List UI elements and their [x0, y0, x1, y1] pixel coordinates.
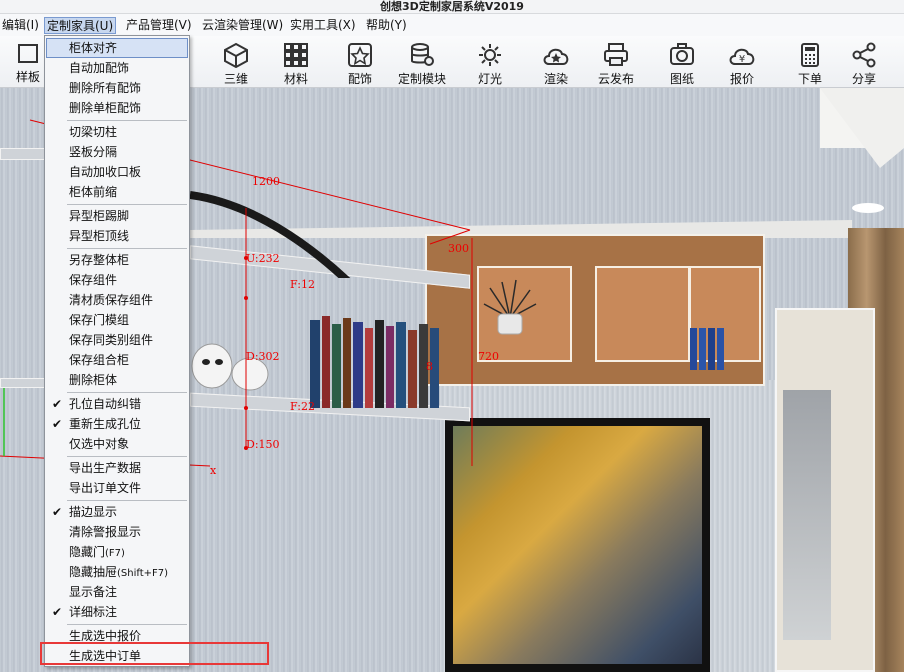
tool-light[interactable]: 灯光: [460, 40, 520, 86]
dimension-u232: U:232: [246, 252, 280, 265]
menu-separator: [67, 500, 187, 501]
checkmark-icon: ✔: [52, 505, 63, 519]
tool-render[interactable]: 渲染: [526, 40, 586, 86]
highlight-annotation-box: [40, 642, 269, 665]
menu-separator: [67, 624, 187, 625]
dimension-d302: D:302: [246, 350, 280, 363]
menu-item-show-notes[interactable]: 显示备注: [46, 582, 188, 602]
menu-separator: [67, 248, 187, 249]
menu-item-auto-accessory[interactable]: 自动加配饰: [46, 58, 188, 78]
yen-cloud-icon: ¥: [729, 48, 755, 65]
menu-item-delete-cabinet[interactable]: 删除柜体: [46, 370, 188, 390]
menu-item-cut-beam-column[interactable]: 切梁切柱: [46, 122, 188, 142]
menu-bar: 编辑(I) 定制家具(U) 产品管理(V) 云渲染管理(W) 实用工具(X) 帮…: [0, 14, 904, 36]
dimension-f22: F:22: [290, 400, 315, 413]
star-box-icon: [348, 43, 372, 67]
menu-item-save-component-no-material[interactable]: 清材质保存组件: [46, 290, 188, 310]
menu-item-hole-auto-correct[interactable]: ✔ 孔位自动纠错: [46, 394, 188, 414]
database-gear-icon: [411, 43, 434, 66]
menu-item-regenerate-holes[interactable]: ✔ 重新生成孔位: [46, 414, 188, 434]
tool-cloud-publish[interactable]: 云发布: [586, 40, 646, 86]
menu-item-detailed-annotation[interactable]: ✔ 详细标注: [46, 602, 188, 622]
menu-item-delete-cabinet-accessories[interactable]: 删除单柜配饰: [46, 98, 188, 118]
checkmark-icon: ✔: [52, 417, 63, 431]
menu-separator: [67, 392, 187, 393]
window-title: 创想3D定制家居系统V2019: [380, 0, 524, 13]
menu-item-save-component[interactable]: 保存组件: [46, 270, 188, 290]
cloud-star-icon: [543, 48, 569, 65]
menu-item-save-door-module[interactable]: 保存门模组: [46, 310, 188, 330]
menu-separator: [67, 204, 187, 205]
checkmark-icon: ✔: [52, 605, 63, 619]
menu-help[interactable]: 帮助(Y): [364, 17, 409, 34]
tool-material[interactable]: 材料: [266, 40, 326, 86]
menu-item-selected-only[interactable]: 仅选中对象: [46, 434, 188, 454]
menu-item-clear-alerts[interactable]: 清除警报显示: [46, 522, 188, 542]
svg-text:¥: ¥: [739, 54, 745, 65]
tool-share[interactable]: 分享: [834, 40, 894, 86]
menu-item-hide-doors[interactable]: 隐藏门(F7): [46, 542, 188, 562]
camera-icon: [670, 43, 694, 65]
menu-item-irregular-top-line[interactable]: 异型柜顶线: [46, 226, 188, 246]
menu-item-save-combo-cabinet[interactable]: 保存组合柜: [46, 350, 188, 370]
menu-item-vertical-divider[interactable]: 竖板分隔: [46, 142, 188, 162]
menu-product-management[interactable]: 产品管理(V): [124, 17, 194, 34]
menu-item-export-order-file[interactable]: 导出订单文件: [46, 478, 188, 498]
menu-cloud-render[interactable]: 云渲染管理(W): [200, 17, 285, 34]
tool-custom-module[interactable]: 定制模块: [392, 40, 452, 86]
title-bar: 创想3D定制家居系统V2019: [0, 0, 904, 14]
menu-item-irregular-kickboard[interactable]: 异型柜踢脚: [46, 206, 188, 226]
grid-icon: [284, 43, 308, 67]
tool-place-order[interactable]: 下单: [780, 40, 840, 86]
template-icon: [18, 44, 38, 63]
tool-template[interactable]: 样板: [8, 40, 48, 86]
menu-item-outline-display[interactable]: ✔ 描边显示: [46, 502, 188, 522]
tool-drawings[interactable]: 图纸: [652, 40, 712, 86]
light-icon: [479, 44, 501, 66]
menu-utilities[interactable]: 实用工具(X): [288, 17, 358, 34]
menu-item-hide-drawers[interactable]: 隐藏抽屉(Shift+F7): [46, 562, 188, 582]
tool-3d[interactable]: 三维: [206, 40, 266, 86]
menu-item-cabinet-recess[interactable]: 柜体前缩: [46, 182, 188, 202]
tool-accessory[interactable]: 配饰: [330, 40, 390, 86]
dimension-f12: F:12: [290, 278, 315, 291]
share-icon: [852, 42, 876, 68]
menu-item-cabinet-align[interactable]: 柜体对齐: [46, 38, 188, 58]
dimension-8: 8: [426, 360, 433, 373]
menu-item-save-same-category[interactable]: 保存同类别组件: [46, 330, 188, 350]
dimension-depth: 300: [448, 242, 469, 255]
menu-separator: [67, 456, 187, 457]
menu-edit[interactable]: 编辑(I): [0, 17, 41, 34]
menu-separator: [67, 120, 187, 121]
menu-item-export-production-data[interactable]: 导出生产数据: [46, 458, 188, 478]
menu-custom-furniture[interactable]: 定制家具(U): [44, 17, 117, 34]
menu-item-save-whole-cabinet[interactable]: 另存整体柜: [46, 250, 188, 270]
tool-quote[interactable]: ¥ 报价: [712, 40, 772, 86]
dimension-width: 1200: [252, 175, 280, 188]
checkmark-icon: ✔: [52, 397, 63, 411]
dimension-height: 720: [478, 350, 499, 363]
cube-icon: [224, 42, 248, 68]
dimension-d150: D:150: [246, 438, 280, 451]
custom-furniture-dropdown: 柜体对齐 自动加配饰 删除所有配饰 删除单柜配饰 切梁切柱 竖板分隔 自动加收口…: [44, 35, 190, 667]
axis-x-label: x: [210, 464, 217, 477]
menu-item-auto-closing-board[interactable]: 自动加收口板: [46, 162, 188, 182]
calculator-icon: [801, 43, 819, 67]
menu-item-delete-all-accessories[interactable]: 删除所有配饰: [46, 78, 188, 98]
printer-icon: [604, 43, 628, 66]
